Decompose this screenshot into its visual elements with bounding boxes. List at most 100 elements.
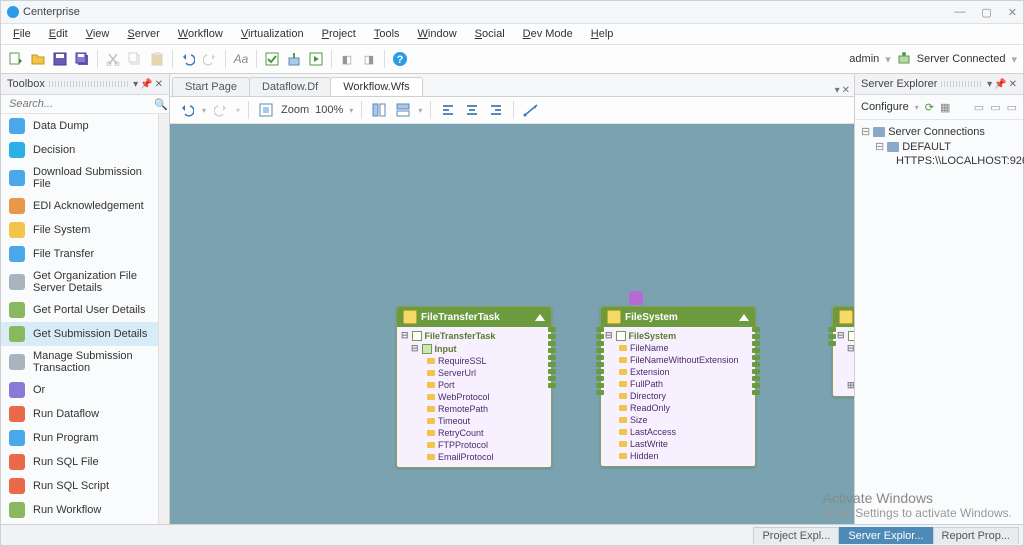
menu-server[interactable]: Server (119, 26, 167, 42)
toolbox-item-run-dataflow[interactable]: Run Dataflow (1, 402, 158, 426)
item-icon (9, 302, 25, 318)
menu-tools[interactable]: Tools (366, 26, 408, 42)
server-icon (887, 142, 899, 152)
tab-start-page[interactable]: Start Page (172, 77, 250, 96)
toolbox-item-run-sql-script[interactable]: Run SQL Script (1, 474, 158, 498)
canvas-redo-icon[interactable] (212, 101, 230, 119)
menu-social[interactable]: Social (467, 26, 513, 42)
toolbox-item-manage-submission-transaction[interactable]: Manage Submission Transaction (1, 346, 158, 378)
tab-dataflow-df[interactable]: Dataflow.Df (249, 77, 331, 96)
node-run-dataflow[interactable]: RunDataflow ⊟ RunDataflow⊟ Input$JobFile… (832, 306, 854, 397)
menu-view[interactable]: View (78, 26, 118, 42)
canvas-undo-icon[interactable] (178, 101, 196, 119)
align-right-icon[interactable] (487, 101, 505, 119)
toolbox-item-get-portal-user-details[interactable]: Get Portal User Details (1, 298, 158, 322)
validate-icon[interactable] (263, 50, 281, 68)
server-deploy-icon[interactable] (285, 50, 303, 68)
refresh-icon[interactable]: ⟳ (925, 101, 934, 114)
layout-b-icon[interactable] (394, 101, 412, 119)
item-label: Run Workflow (33, 504, 101, 516)
toolbox-item-decision[interactable]: Decision (1, 138, 158, 162)
toolbox-pin-icon[interactable]: 📌 (140, 79, 152, 90)
app-icon (7, 6, 19, 18)
explorer-tool-b-icon[interactable]: ▭ (974, 101, 984, 114)
connector-icon[interactable] (522, 101, 540, 119)
toolbox-item-get-submission-details[interactable]: Get Submission Details (1, 322, 158, 346)
save-icon[interactable] (51, 50, 69, 68)
toolbox-item-run-program[interactable]: Run Program (1, 426, 158, 450)
layout-a-icon[interactable] (370, 101, 388, 119)
font-icon[interactable]: Aa (232, 50, 250, 68)
tree-server-item[interactable]: HTTPS:\\LOCALHOST:9261 (861, 154, 1017, 168)
explorer-dropdown-icon[interactable]: ▾ (987, 79, 992, 90)
menu-dev-mode[interactable]: Dev Mode (515, 26, 581, 42)
chevron-up-icon[interactable] (535, 314, 545, 321)
explorer-pin-icon[interactable]: 📌 (994, 79, 1006, 90)
toolbox-item-or[interactable]: Or (1, 378, 158, 402)
minimize-icon[interactable]: — (954, 6, 965, 19)
toolbox-item-file-system[interactable]: File System (1, 218, 158, 242)
copy-icon[interactable] (126, 50, 144, 68)
tab-close-icon[interactable]: ✕ (842, 85, 850, 96)
canvas-toolbar: ▾ ▾ Zoom 100%▾ ▾ (170, 97, 854, 124)
tree-default[interactable]: ⊟DEFAULT (861, 139, 1017, 154)
toolbox-item-file-transfer[interactable]: File Transfer (1, 242, 158, 266)
item-label: Get Organization File Server Details (33, 270, 150, 294)
close-icon[interactable]: ✕ (1008, 6, 1017, 19)
toolbox-item-edi-acknowledgement[interactable]: EDI Acknowledgement (1, 194, 158, 218)
separator (172, 50, 173, 68)
tab-dropdown-icon[interactable]: ▾ (835, 85, 840, 96)
tree-root[interactable]: ⊟Server Connections (861, 124, 1017, 139)
search-input[interactable] (7, 97, 154, 111)
run-icon[interactable] (307, 50, 325, 68)
menu-virtualization[interactable]: Virtualization (233, 26, 312, 42)
action-a-icon[interactable]: ◧ (338, 50, 356, 68)
menu-project[interactable]: Project (314, 26, 364, 42)
new-dropdown-icon[interactable] (7, 50, 25, 68)
toolbox-item-data-dump[interactable]: Data Dump (1, 114, 158, 138)
toolbox-close-icon[interactable]: ✕ (155, 79, 163, 90)
item-icon (9, 406, 25, 422)
save-all-icon[interactable] (73, 50, 91, 68)
toolbox-dropdown-icon[interactable]: ▾ (133, 79, 138, 90)
configure-button[interactable]: Configure (861, 101, 909, 113)
workflow-canvas[interactable]: FileTransferTask ⊟ FileTransferTask⊟ Inp… (170, 124, 854, 524)
toolbox-item-get-organization-file-server-details[interactable]: Get Organization File Server Details (1, 266, 158, 298)
fit-icon[interactable] (257, 101, 275, 119)
explorer-tool-d-icon[interactable]: ▭ (1007, 101, 1017, 114)
action-b-icon[interactable]: ◨ (360, 50, 378, 68)
open-icon[interactable] (29, 50, 47, 68)
align-center-icon[interactable] (463, 101, 481, 119)
toolbox-scrollbar[interactable] (158, 114, 169, 524)
menu-window[interactable]: Window (410, 26, 465, 42)
search-icon[interactable]: 🔍 (154, 98, 168, 111)
menu-file[interactable]: File (5, 26, 39, 42)
node-file-system[interactable]: FileSystem ⊟ FileSystemFileNameFileNameW… (600, 306, 756, 467)
maximize-icon[interactable]: ▢ (981, 6, 991, 19)
status-tab-2[interactable]: Report Prop... (933, 527, 1019, 544)
status-tab-1[interactable]: Server Explor... (839, 527, 932, 544)
separator (331, 50, 332, 68)
item-label: File Transfer (33, 248, 94, 260)
menu-edit[interactable]: Edit (41, 26, 76, 42)
toolbox-item-run-workflow[interactable]: Run Workflow (1, 498, 158, 522)
tab-workflow-wfs[interactable]: Workflow.Wfs (330, 77, 422, 96)
toolbox-item-download-submission-file[interactable]: Download Submission File (1, 162, 158, 194)
zoom-value[interactable]: 100% (315, 104, 343, 116)
item-label: Run Program (33, 432, 98, 444)
toolbox-item-run-sql-file[interactable]: Run SQL File (1, 450, 158, 474)
align-left-icon[interactable] (439, 101, 457, 119)
cut-icon[interactable] (104, 50, 122, 68)
menu-workflow[interactable]: Workflow (170, 26, 231, 42)
node-file-transfer-task[interactable]: FileTransferTask ⊟ FileTransferTask⊟ Inp… (396, 306, 552, 468)
explorer-close-icon[interactable]: ✕ (1009, 79, 1017, 90)
help-icon[interactable]: ? (391, 50, 409, 68)
explorer-tool-c-icon[interactable]: ▭ (990, 101, 1000, 114)
menu-help[interactable]: Help (583, 26, 622, 42)
paste-icon[interactable] (148, 50, 166, 68)
chevron-up-icon[interactable] (739, 314, 749, 321)
redo-icon[interactable] (201, 50, 219, 68)
explorer-tool-a-icon[interactable]: ▦ (940, 101, 950, 114)
undo-icon[interactable] (179, 50, 197, 68)
status-tab-0[interactable]: Project Expl... (753, 527, 839, 544)
